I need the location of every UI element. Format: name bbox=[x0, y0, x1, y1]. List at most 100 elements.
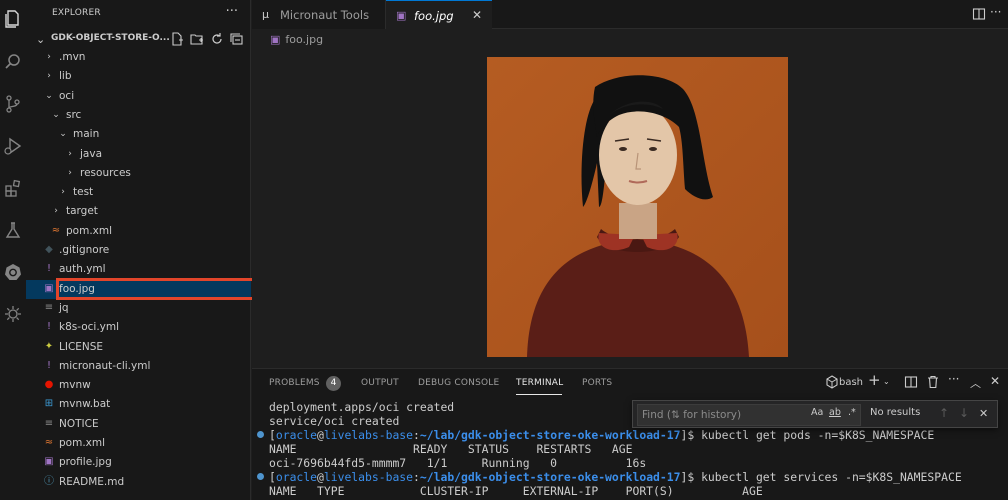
highlight-box bbox=[56, 278, 275, 300]
close-panel-icon[interactable]: ✕ bbox=[990, 374, 1004, 388]
tab-ports[interactable]: PORTS bbox=[582, 378, 612, 388]
new-terminal-icon[interactable]: + bbox=[868, 371, 882, 389]
tree-file[interactable]: ▣ profile.jpg bbox=[26, 453, 251, 472]
tree-item-label: mvnw bbox=[59, 379, 91, 392]
tree-item-label: k8s-oci.yml bbox=[59, 321, 120, 334]
close-icon[interactable]: ✕ bbox=[979, 407, 988, 420]
rss-icon: ≈ bbox=[44, 437, 54, 448]
trash-icon[interactable] bbox=[926, 375, 940, 389]
git-icon: ◆ bbox=[45, 244, 53, 255]
tree-file[interactable]: ⊞ mvnw.bat bbox=[26, 395, 251, 414]
command-status-dot bbox=[257, 431, 264, 438]
find-result: No results bbox=[870, 407, 921, 418]
arrow-down-icon[interactable]: ↓ bbox=[959, 406, 969, 420]
prompt-cmd: kubectl get services -n=$K8S_NAMESPACE bbox=[701, 470, 962, 484]
tree-folder[interactable]: ⌄ oci bbox=[26, 87, 251, 106]
more-actions-icon[interactable]: ··· bbox=[226, 4, 238, 19]
new-folder-icon[interactable] bbox=[190, 32, 204, 46]
tab-output[interactable]: OUTPUT bbox=[361, 378, 399, 388]
tree-file[interactable]: ≈ pom.xml bbox=[26, 434, 251, 453]
tree-file[interactable]: ≡ NOTICE bbox=[26, 415, 251, 434]
collapse-all-icon[interactable] bbox=[230, 32, 244, 46]
tree-item-label: pom.xml bbox=[59, 437, 106, 449]
more-actions-icon[interactable]: ··· bbox=[990, 5, 1004, 19]
pin-icon: ● bbox=[44, 379, 54, 391]
split-terminal-icon[interactable] bbox=[904, 375, 918, 389]
chevron-down-icon: ⌄ bbox=[59, 129, 67, 140]
tree-folder[interactable]: › target bbox=[26, 202, 251, 221]
prompt-punctuation: ]$ bbox=[680, 470, 702, 484]
prompt-cmd: kubectl get pods -n=$K8S_NAMESPACE bbox=[701, 428, 935, 442]
prompt-host: livelabs-base bbox=[323, 470, 414, 484]
image-icon: ▣ bbox=[44, 456, 54, 468]
match-case-toggle[interactable]: Aa bbox=[811, 407, 823, 418]
new-file-icon[interactable] bbox=[170, 32, 184, 46]
tree-item-label: LICENSE bbox=[59, 340, 104, 353]
tab-debug-console[interactable]: DEBUG CONSOLE bbox=[418, 378, 499, 388]
tree-item-label: profile.jpg bbox=[59, 456, 112, 469]
license-icon: ✦ bbox=[44, 340, 54, 352]
prompt-path: ~/lab/gdk-object-store-oke-workload-17 bbox=[419, 470, 681, 484]
oracle-cloud-icon[interactable] bbox=[3, 304, 23, 324]
editor-tabs: µ Micronaut Tools ▣ foo.jpg ✕ ··· bbox=[252, 0, 1008, 30]
tree-item-label: target bbox=[66, 205, 98, 218]
active-tab-indicator bbox=[516, 394, 562, 395]
tab-micronaut-tools[interactable]: µ Micronaut Tools bbox=[252, 0, 386, 29]
kubernetes-icon[interactable] bbox=[3, 262, 23, 282]
chevron-right-icon: › bbox=[61, 187, 65, 198]
terminal-prompt-line: [oracle@livelabs-base:~/lab/gdk-object-s… bbox=[257, 428, 1004, 442]
prompt-user: oracle bbox=[275, 470, 318, 484]
tree-file[interactable]: ◆ .gitignore bbox=[26, 241, 251, 260]
extensions-icon[interactable] bbox=[3, 178, 23, 198]
info-icon: ⓘ bbox=[44, 475, 54, 487]
tab-problems[interactable]: PROBLEMS bbox=[269, 378, 320, 388]
tree-folder[interactable]: › .mvn bbox=[26, 48, 251, 67]
whole-word-toggle[interactable]: ab bbox=[829, 407, 841, 418]
chevron-right-icon: › bbox=[54, 206, 58, 217]
tree-file[interactable]: ≡ jq bbox=[26, 299, 251, 318]
tree-folder[interactable]: ⌄ src bbox=[26, 106, 251, 125]
tree-folder[interactable]: › java bbox=[26, 145, 251, 164]
prompt-punctuation: ]$ bbox=[680, 428, 702, 442]
explorer-icon[interactable] bbox=[3, 8, 23, 28]
tree-file[interactable]: ! micronaut-cli.yml bbox=[26, 357, 251, 376]
shell-label[interactable]: bash bbox=[839, 377, 863, 388]
terminal-find-widget: Aa ab .* No results ↑ ↓ ✕ bbox=[632, 400, 998, 428]
breadcrumb[interactable]: ▣ foo.jpg bbox=[270, 33, 323, 46]
tree-item-label: src bbox=[66, 108, 82, 121]
prompt-punctuation: : bbox=[413, 428, 420, 442]
tree-folder[interactable]: › resources bbox=[26, 164, 251, 183]
source-control-icon[interactable] bbox=[3, 94, 23, 114]
tree-folder[interactable]: › lib bbox=[26, 67, 251, 86]
tree-item-label: oci bbox=[59, 89, 75, 102]
tree-file[interactable]: ! auth.yml bbox=[26, 260, 251, 279]
tree-item-label: micronaut-cli.yml bbox=[59, 359, 151, 372]
tree-folder[interactable]: ⌄ main bbox=[26, 125, 251, 144]
terminal-line: NAME TYPE CLUSTER-IP EXTERNAL-IP PORT(S)… bbox=[269, 484, 763, 498]
tab-foo-jpg[interactable]: ▣ foo.jpg ✕ bbox=[386, 0, 492, 30]
workspace-root[interactable]: ⌄ GDK-OBJECT-STORE-O... bbox=[26, 28, 251, 50]
text-file-icon: ≡ bbox=[44, 301, 54, 313]
tree-file[interactable]: ! k8s-oci.yml bbox=[26, 318, 251, 337]
tree-file[interactable]: ⓘ README.md bbox=[26, 473, 251, 492]
tree-file[interactable]: ● mvnw bbox=[26, 376, 251, 395]
image-icon: ▣ bbox=[396, 9, 407, 22]
more-actions-icon[interactable]: ··· bbox=[948, 372, 962, 386]
chevron-down-icon[interactable]: ⌄ bbox=[883, 377, 897, 391]
tree-file[interactable]: ≈ pom.xml bbox=[26, 222, 251, 241]
prompt-punctuation: [ bbox=[269, 428, 276, 442]
arrow-up-icon[interactable]: ↑ bbox=[939, 406, 949, 420]
testing-icon[interactable] bbox=[3, 220, 23, 240]
maximize-panel-icon[interactable]: ︿ bbox=[970, 375, 984, 390]
search-icon[interactable] bbox=[3, 52, 23, 72]
regex-toggle[interactable]: .* bbox=[848, 407, 856, 418]
tree-file[interactable]: ✦ LICENSE bbox=[26, 338, 251, 357]
find-input[interactable] bbox=[637, 404, 861, 426]
refresh-icon[interactable] bbox=[210, 32, 224, 46]
tab-terminal[interactable]: TERMINAL bbox=[516, 378, 563, 388]
tree-folder[interactable]: › test bbox=[26, 183, 251, 202]
run-debug-icon[interactable] bbox=[3, 136, 23, 156]
activity-bar bbox=[0, 0, 26, 500]
close-icon[interactable]: ✕ bbox=[472, 8, 482, 22]
split-editor-icon[interactable] bbox=[972, 7, 986, 21]
